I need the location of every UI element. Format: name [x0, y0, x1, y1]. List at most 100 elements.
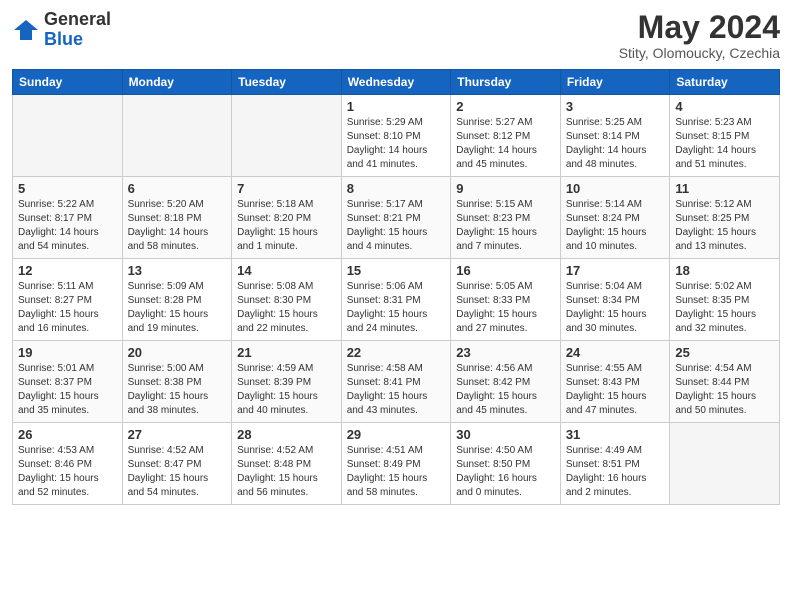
day-info: Sunrise: 5:05 AM Sunset: 8:33 PM Dayligh…	[456, 280, 555, 336]
day-number: 9	[456, 181, 555, 196]
day-info: Sunrise: 4:54 AM Sunset: 8:44 PM Dayligh…	[675, 362, 774, 418]
day-info: Sunrise: 5:02 AM Sunset: 8:35 PM Dayligh…	[675, 280, 774, 336]
header: General Blue May 2024 Stity, Olomoucky, …	[12, 10, 780, 61]
calendar-cell: 15 Sunrise: 5:06 AM Sunset: 8:31 PM Dayli…	[341, 259, 451, 341]
day-info: Sunrise: 5:23 AM Sunset: 8:15 PM Dayligh…	[675, 116, 774, 172]
calendar-cell: 21 Sunrise: 4:59 AM Sunset: 8:39 PM Dayli…	[232, 341, 342, 423]
day-number: 4	[675, 99, 774, 114]
calendar-cell: 23Sunrise: 4:56 AM Sunset: 8:42 PM Dayli…	[451, 341, 561, 423]
day-info: Sunrise: 5:22 AM Sunset: 8:17 PM Dayligh…	[18, 198, 117, 254]
calendar-cell: 1Sunrise: 5:29 AM Sunset: 8:10 PM Daylig…	[341, 95, 451, 177]
page-container: General Blue May 2024 Stity, Olomoucky, …	[0, 0, 792, 517]
calendar-cell: 4 Sunrise: 5:23 AM Sunset: 8:15 PM Daylig…	[670, 95, 780, 177]
day-info: Sunrise: 5:01 AM Sunset: 8:37 PM Dayligh…	[18, 362, 117, 418]
day-number: 7	[237, 181, 336, 196]
day-info: Sunrise: 4:52 AM Sunset: 8:48 PM Dayligh…	[237, 444, 336, 500]
day-info: Sunrise: 5:12 AM Sunset: 8:25 PM Dayligh…	[675, 198, 774, 254]
day-info: Sunrise: 5:14 AM Sunset: 8:24 PM Dayligh…	[566, 198, 665, 254]
day-number: 2	[456, 99, 555, 114]
weekday-header: Friday	[560, 70, 670, 95]
day-number: 23	[456, 345, 555, 360]
weekday-header: Sunday	[13, 70, 123, 95]
calendar-cell	[122, 95, 232, 177]
day-number: 21	[237, 345, 336, 360]
day-number: 20	[128, 345, 227, 360]
calendar-header-row: SundayMondayTuesdayWednesdayThursdayFrid…	[13, 70, 780, 95]
day-number: 29	[347, 427, 446, 442]
logo-blue: Blue	[44, 29, 83, 49]
calendar-cell: 5 Sunrise: 5:22 AM Sunset: 8:17 PM Daylig…	[13, 177, 123, 259]
calendar-cell: 11 Sunrise: 5:12 AM Sunset: 8:25 PM Dayli…	[670, 177, 780, 259]
calendar-cell: 17Sunrise: 5:04 AM Sunset: 8:34 PM Dayli…	[560, 259, 670, 341]
calendar-cell: 8Sunrise: 5:17 AM Sunset: 8:21 PM Daylig…	[341, 177, 451, 259]
logo-general: General	[44, 9, 111, 29]
calendar-cell: 20 Sunrise: 5:00 AM Sunset: 8:38 PM Dayli…	[122, 341, 232, 423]
day-number: 18	[675, 263, 774, 278]
day-info: Sunrise: 5:00 AM Sunset: 8:38 PM Dayligh…	[128, 362, 227, 418]
logo: General Blue	[12, 10, 111, 50]
calendar-cell: 22Sunrise: 4:58 AM Sunset: 8:41 PM Dayli…	[341, 341, 451, 423]
calendar-cell: 12Sunrise: 5:11 AM Sunset: 8:27 PM Dayli…	[13, 259, 123, 341]
logo-icon	[12, 16, 40, 44]
calendar-cell: 7 Sunrise: 5:18 AM Sunset: 8:20 PM Daylig…	[232, 177, 342, 259]
calendar-cell: 2Sunrise: 5:27 AM Sunset: 8:12 PM Daylig…	[451, 95, 561, 177]
calendar-cell: 6Sunrise: 5:20 AM Sunset: 8:18 PM Daylig…	[122, 177, 232, 259]
day-number: 19	[18, 345, 117, 360]
day-number: 6	[128, 181, 227, 196]
day-number: 8	[347, 181, 446, 196]
day-number: 28	[237, 427, 336, 442]
calendar-cell: 19 Sunrise: 5:01 AM Sunset: 8:37 PM Dayli…	[13, 341, 123, 423]
day-info: Sunrise: 4:50 AM Sunset: 8:50 PM Dayligh…	[456, 444, 555, 500]
location-subtitle: Stity, Olomoucky, Czechia	[619, 45, 780, 61]
weekday-header: Tuesday	[232, 70, 342, 95]
day-number: 27	[128, 427, 227, 442]
calendar-cell: 31 Sunrise: 4:49 AM Sunset: 8:51 PM Dayli…	[560, 423, 670, 505]
weekday-header: Monday	[122, 70, 232, 95]
title-block: May 2024 Stity, Olomoucky, Czechia	[619, 10, 780, 61]
day-info: Sunrise: 4:49 AM Sunset: 8:51 PM Dayligh…	[566, 444, 665, 500]
calendar-table: SundayMondayTuesdayWednesdayThursdayFrid…	[12, 69, 780, 505]
calendar-cell: 13Sunrise: 5:09 AM Sunset: 8:28 PM Dayli…	[122, 259, 232, 341]
day-info: Sunrise: 5:09 AM Sunset: 8:28 PM Dayligh…	[128, 280, 227, 336]
day-info: Sunrise: 4:53 AM Sunset: 8:46 PM Dayligh…	[18, 444, 117, 500]
weekday-header: Saturday	[670, 70, 780, 95]
calendar-cell	[670, 423, 780, 505]
calendar-cell: 9Sunrise: 5:15 AM Sunset: 8:23 PM Daylig…	[451, 177, 561, 259]
logo-text: General Blue	[44, 10, 111, 50]
calendar-cell: 27 Sunrise: 4:52 AM Sunset: 8:47 PM Dayli…	[122, 423, 232, 505]
day-info: Sunrise: 4:51 AM Sunset: 8:49 PM Dayligh…	[347, 444, 446, 500]
day-number: 16	[456, 263, 555, 278]
calendar-cell: 3Sunrise: 5:25 AM Sunset: 8:14 PM Daylig…	[560, 95, 670, 177]
calendar-cell: 18 Sunrise: 5:02 AM Sunset: 8:35 PM Dayli…	[670, 259, 780, 341]
day-number: 24	[566, 345, 665, 360]
day-info: Sunrise: 5:25 AM Sunset: 8:14 PM Dayligh…	[566, 116, 665, 172]
calendar-cell: 26 Sunrise: 4:53 AM Sunset: 8:46 PM Dayli…	[13, 423, 123, 505]
day-number: 26	[18, 427, 117, 442]
day-info: Sunrise: 5:08 AM Sunset: 8:30 PM Dayligh…	[237, 280, 336, 336]
calendar-cell	[13, 95, 123, 177]
calendar-cell: 30 Sunrise: 4:50 AM Sunset: 8:50 PM Dayli…	[451, 423, 561, 505]
day-info: Sunrise: 4:59 AM Sunset: 8:39 PM Dayligh…	[237, 362, 336, 418]
weekday-header: Wednesday	[341, 70, 451, 95]
day-number: 15	[347, 263, 446, 278]
day-number: 5	[18, 181, 117, 196]
calendar-cell: 14Sunrise: 5:08 AM Sunset: 8:30 PM Dayli…	[232, 259, 342, 341]
day-number: 12	[18, 263, 117, 278]
day-info: Sunrise: 4:52 AM Sunset: 8:47 PM Dayligh…	[128, 444, 227, 500]
calendar-week-row: 5 Sunrise: 5:22 AM Sunset: 8:17 PM Daylig…	[13, 177, 780, 259]
calendar-cell: 29 Sunrise: 4:51 AM Sunset: 8:49 PM Dayli…	[341, 423, 451, 505]
calendar-cell: 24 Sunrise: 4:55 AM Sunset: 8:43 PM Dayli…	[560, 341, 670, 423]
day-info: Sunrise: 5:29 AM Sunset: 8:10 PM Dayligh…	[347, 116, 446, 172]
day-number: 25	[675, 345, 774, 360]
calendar-cell: 25 Sunrise: 4:54 AM Sunset: 8:44 PM Dayli…	[670, 341, 780, 423]
day-number: 31	[566, 427, 665, 442]
day-info: Sunrise: 4:55 AM Sunset: 8:43 PM Dayligh…	[566, 362, 665, 418]
day-number: 11	[675, 181, 774, 196]
calendar-cell: 28 Sunrise: 4:52 AM Sunset: 8:48 PM Dayli…	[232, 423, 342, 505]
day-info: Sunrise: 5:06 AM Sunset: 8:31 PM Dayligh…	[347, 280, 446, 336]
day-info: Sunrise: 5:04 AM Sunset: 8:34 PM Dayligh…	[566, 280, 665, 336]
day-info: Sunrise: 5:18 AM Sunset: 8:20 PM Dayligh…	[237, 198, 336, 254]
day-number: 30	[456, 427, 555, 442]
calendar-cell: 16 Sunrise: 5:05 AM Sunset: 8:33 PM Dayli…	[451, 259, 561, 341]
day-info: Sunrise: 4:58 AM Sunset: 8:41 PM Dayligh…	[347, 362, 446, 418]
